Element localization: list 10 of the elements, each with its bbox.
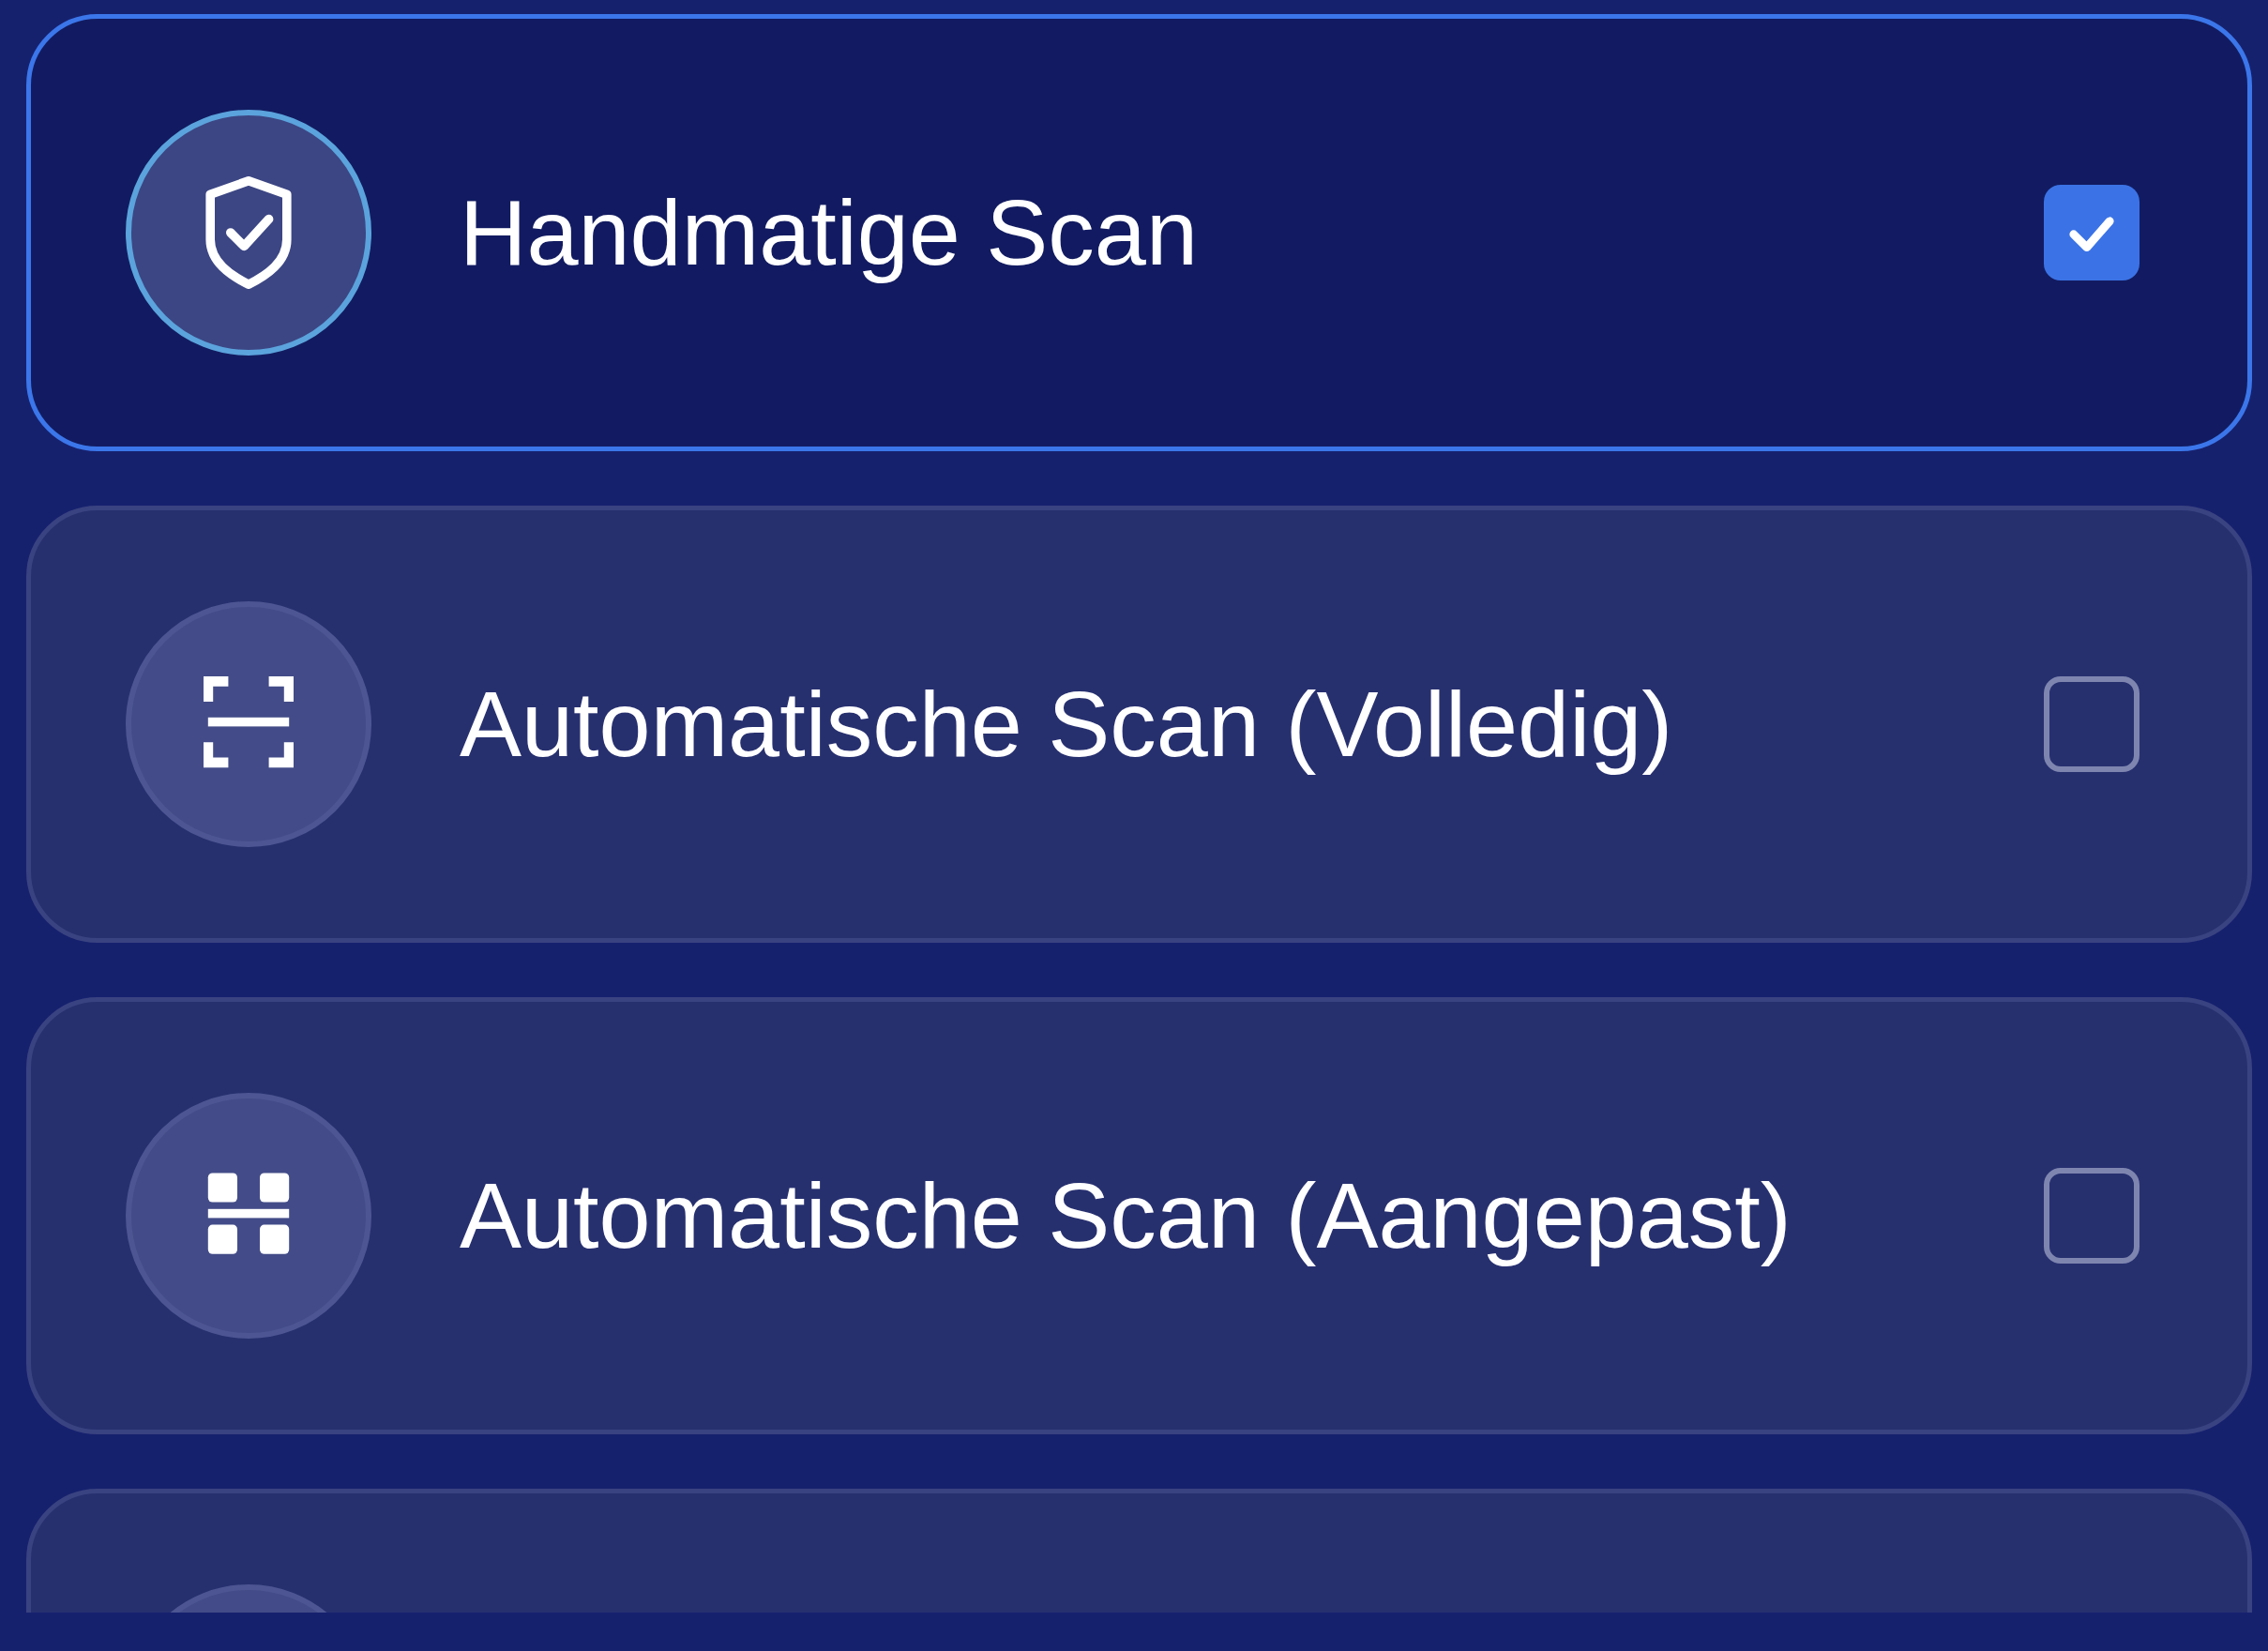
shield-check-icon: [204, 176, 294, 289]
option-label: Handmatige Scan: [460, 179, 1199, 286]
option-card[interactable]: Handmatige Scan: [26, 14, 2252, 451]
option-label: Automatische Scan (Volledig): [460, 671, 1674, 778]
checkbox[interactable]: [2044, 185, 2139, 280]
option-card[interactable]: Automatische Scan (Aangepast): [26, 997, 2252, 1434]
option-card[interactable]: Automatische Scan (Volledig): [26, 506, 2252, 943]
checkbox[interactable]: [2044, 676, 2139, 772]
option-label: Automatische Scan (Aangepast): [460, 1162, 1792, 1269]
checkbox[interactable]: [2044, 1168, 2139, 1264]
